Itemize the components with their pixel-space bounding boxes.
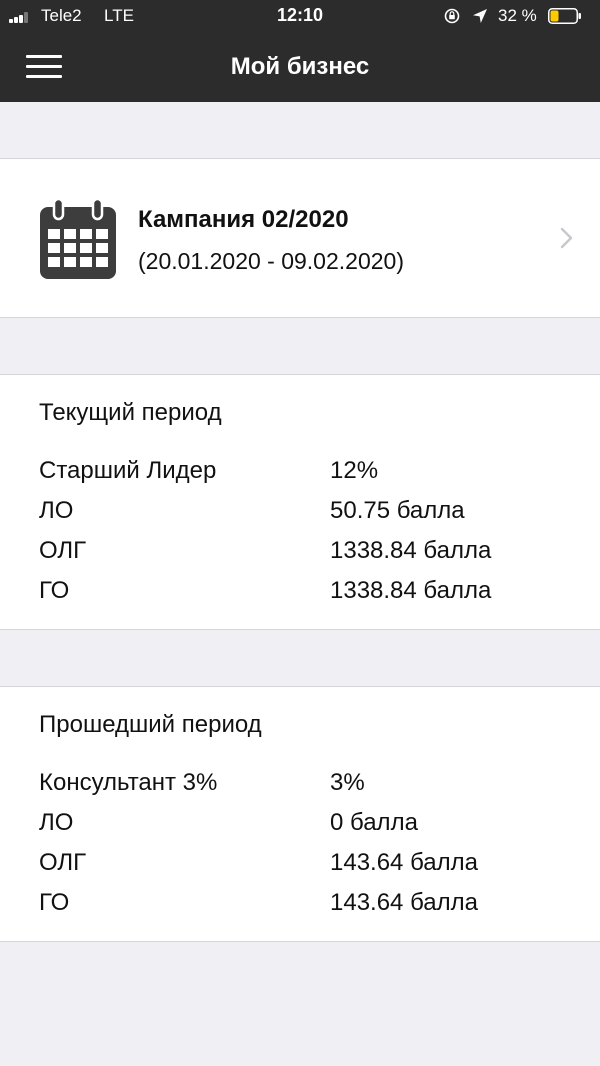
orientation-lock-icon [444, 8, 460, 24]
row-value: 50.75 балла [330, 497, 465, 524]
current-period-row: Старший Лидер 12% [0, 457, 600, 497]
previous-period-title: Прошедший период [39, 711, 262, 738]
row-label: ГО [39, 889, 70, 916]
page-title: Мой бизнес [230, 53, 370, 80]
chevron-right-icon [560, 227, 573, 249]
previous-period-row: ГО 143.64 балла [0, 889, 600, 929]
row-value: 1338.84 балла [330, 537, 492, 564]
row-value: 143.64 балла [330, 849, 478, 876]
current-period-row: ЛО 50.75 балла [0, 497, 600, 537]
row-value: 0 балла [330, 809, 418, 836]
row-value: 3% [330, 769, 365, 796]
campaign-title: Кампания 02/2020 [138, 206, 349, 233]
previous-period-row: ЛО 0 балла [0, 809, 600, 849]
campaign-card[interactable]: Кампания 02/2020 (20.01.2020 - 09.02.202… [0, 158, 600, 318]
current-period-card: Текущий период Старший Лидер 12% ЛО 50.7… [0, 374, 600, 630]
previous-period-row: ОЛГ 143.64 балла [0, 849, 600, 889]
row-label: ОЛГ [39, 849, 87, 876]
current-period-title: Текущий период [39, 399, 222, 426]
row-label: ЛО [39, 809, 74, 836]
previous-period-card: Прошедший период Консультант 3% 3% ЛО 0 … [0, 686, 600, 942]
current-period-row: ОЛГ 1338.84 балла [0, 537, 600, 577]
row-label: ГО [39, 577, 70, 604]
battery-icon [548, 8, 581, 24]
top-bar: Tele2 LTE 12:10 32 % Мой бизнес [0, 0, 600, 102]
previous-period-row: Консультант 3% 3% [0, 769, 600, 809]
row-label: ОЛГ [39, 537, 87, 564]
campaign-dates: (20.01.2020 - 09.02.2020) [138, 248, 404, 274]
location-icon [473, 9, 487, 23]
row-label: Старший Лидер [39, 457, 217, 484]
nav-bar: Мой бизнес [0, 34, 600, 102]
row-label: Консультант 3% [39, 769, 218, 796]
status-bar: Tele2 LTE 12:10 32 % [0, 0, 600, 34]
calendar-icon [40, 199, 116, 279]
current-period-row: ГО 1338.84 балла [0, 577, 600, 617]
row-value: 143.64 балла [330, 889, 478, 916]
row-label: ЛО [39, 497, 74, 524]
row-value: 1338.84 балла [330, 577, 492, 604]
row-value: 12% [330, 457, 379, 484]
battery-percent: 32 % [498, 6, 537, 25]
